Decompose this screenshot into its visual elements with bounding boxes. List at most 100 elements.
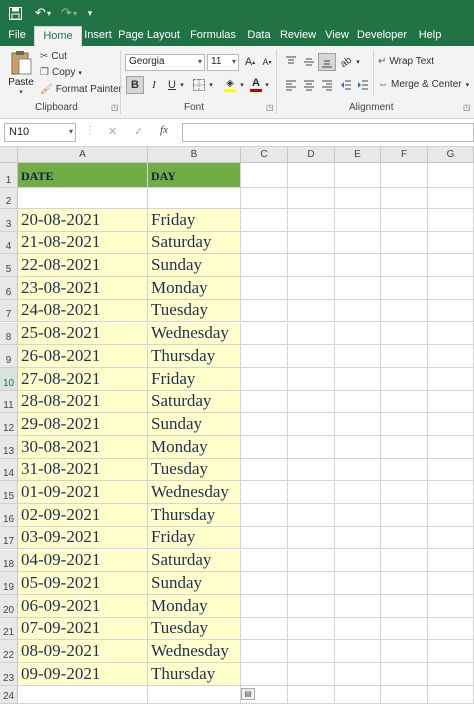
customize-qat-icon[interactable]: ▾ [82,0,98,26]
cell[interactable] [381,617,428,641]
cell[interactable] [288,209,335,232]
cell[interactable] [428,367,474,391]
font-size-select[interactable]: 11 ▾ [207,54,239,71]
chevron-down-icon[interactable]: ▾ [354,53,362,71]
cell[interactable] [335,481,381,505]
cell[interactable] [381,345,428,368]
cell[interactable] [288,572,335,595]
cell[interactable] [335,617,381,641]
date-header-cell[interactable]: DATE [18,163,148,188]
day-cell[interactable]: Sunday [148,572,241,595]
day-cell[interactable]: Monday [148,436,241,459]
date-cell[interactable]: 03-09-2021 [18,526,148,550]
row-header[interactable]: 15 [0,481,18,505]
cell[interactable] [428,345,474,368]
cell[interactable] [288,663,335,686]
cell[interactable] [335,299,381,323]
cell[interactable] [288,231,335,255]
tab-insert[interactable]: Insert [82,26,114,46]
cell[interactable] [335,663,381,686]
column-header-e[interactable]: E [335,147,381,163]
cell[interactable] [288,367,335,391]
cell[interactable] [335,572,381,595]
cell[interactable] [241,594,288,618]
tab-home[interactable]: Home [34,26,82,46]
quick-analysis-icon[interactable]: ▤ [241,688,255,700]
row-header[interactable]: 11 [0,390,18,414]
tab-view[interactable]: View [320,26,354,46]
cell[interactable] [381,209,428,232]
cell[interactable] [288,504,335,527]
day-cell[interactable]: Tuesday [148,458,241,482]
decrease-font-icon[interactable]: A ▾ [258,53,276,71]
row-header[interactable]: 18 [0,549,18,573]
cell[interactable] [381,594,428,618]
day-cell[interactable]: Wednesday [148,481,241,505]
day-cell[interactable]: Tuesday [148,299,241,323]
cell[interactable] [241,390,288,414]
cell[interactable] [428,526,474,550]
tab-help[interactable]: Help [410,26,450,46]
cell[interactable] [241,436,288,459]
cell[interactable] [335,367,381,391]
cell[interactable] [335,209,381,232]
cell[interactable] [288,549,335,573]
formula-input[interactable] [182,123,474,142]
day-cell[interactable]: Sunday [148,254,241,278]
align-right-icon[interactable] [318,76,336,94]
tab-data[interactable]: Data [242,26,276,46]
cell[interactable] [428,322,474,346]
row-header[interactable]: 17 [0,526,18,550]
day-cell[interactable]: Thursday [148,504,241,527]
cell[interactable] [288,526,335,550]
cell[interactable] [381,549,428,573]
row-header[interactable]: 7 [0,299,18,323]
cut-button[interactable]: ✂ Cut [40,51,67,62]
day-cell[interactable]: Friday [148,209,241,232]
dialog-launcher-icon[interactable]: ◳ [111,103,119,112]
day-cell[interactable]: Friday [148,367,241,391]
select-all-corner[interactable] [0,147,18,163]
date-cell[interactable]: 27-08-2021 [18,367,148,391]
column-header-f[interactable]: F [381,147,428,163]
row-header[interactable]: 10 [0,367,18,391]
decrease-indent-icon[interactable] [337,76,355,94]
cell[interactable] [335,163,381,188]
cell[interactable] [241,254,288,278]
row-header[interactable]: 8 [0,322,18,346]
cell[interactable] [241,188,288,209]
column-header-b[interactable]: B [148,147,241,163]
day-cell[interactable]: Thursday [148,663,241,686]
cell[interactable] [288,163,335,188]
format-painter-button[interactable]: 🖌 Format Painter [40,84,122,95]
day-cell[interactable]: Friday [148,526,241,550]
cell[interactable] [381,685,428,704]
cell[interactable] [148,188,241,209]
cell[interactable] [241,231,288,255]
cell[interactable] [428,594,474,618]
tab-file[interactable]: File [0,26,34,46]
cell[interactable] [241,458,288,482]
cell[interactable] [241,526,288,550]
column-header-d[interactable]: D [288,147,335,163]
cell[interactable] [335,504,381,527]
increase-font-icon[interactable]: A ▴ [241,53,259,71]
cell[interactable] [335,231,381,255]
align-center-icon[interactable] [300,76,318,94]
day-cell[interactable]: Monday [148,594,241,618]
day-cell[interactable]: Saturday [148,390,241,414]
date-cell[interactable]: 08-09-2021 [18,640,148,663]
row-header[interactable]: 6 [0,277,18,300]
cell[interactable] [241,640,288,663]
date-cell[interactable]: 23-08-2021 [18,277,148,300]
dialog-launcher-icon[interactable]: ◳ [266,103,274,112]
day-cell[interactable]: Monday [148,277,241,300]
cell[interactable] [335,594,381,618]
row-header[interactable]: 2 [0,188,18,209]
cell[interactable] [381,458,428,482]
cell[interactable] [428,231,474,255]
date-cell[interactable]: 29-08-2021 [18,413,148,436]
cell[interactable] [381,413,428,436]
cell[interactable] [381,367,428,391]
paste-button[interactable]: Paste ▾ [6,50,36,98]
